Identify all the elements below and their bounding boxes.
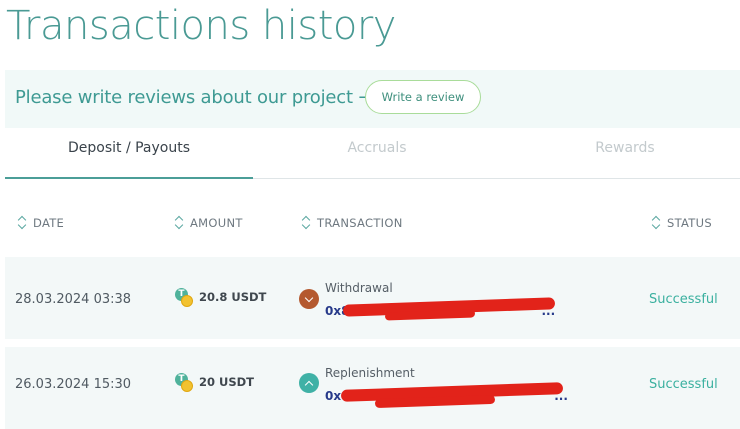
transaction-type: Withdrawal <box>325 281 393 295</box>
row-amount: T 20 USDT <box>175 373 255 392</box>
review-prompt-text: Please write reviews about our project → <box>15 87 374 108</box>
column-header-date[interactable]: DATE <box>18 216 64 230</box>
column-header-transaction[interactable]: TRANSACTION <box>302 216 403 230</box>
sort-icon <box>302 216 311 230</box>
row-amount: T 20.8 USDT <box>175 288 267 307</box>
row-date: 26.03.2024 15:30 <box>15 377 132 392</box>
table-header: DATE AMOUNT TRANSACTION STATUS <box>0 216 740 234</box>
row-amount-value: 20 USDT <box>199 375 255 389</box>
page-title: Transactions history <box>6 3 396 49</box>
column-header-status-label: STATUS <box>667 216 712 230</box>
column-header-status[interactable]: STATUS <box>652 216 712 230</box>
column-header-transaction-label: TRANSACTION <box>317 216 403 230</box>
sort-icon <box>652 216 661 230</box>
usdt-coin-icon: T <box>175 373 193 392</box>
write-review-button[interactable]: Write a review <box>365 80 481 114</box>
transaction-type: Replenishment <box>325 366 415 380</box>
withdrawal-arrow-icon <box>299 289 319 309</box>
column-header-amount-label: AMOUNT <box>190 216 243 230</box>
review-banner: Please write reviews about our project →… <box>5 70 740 128</box>
tabs-bar: Deposit / Payouts Accruals Rewards <box>5 128 740 179</box>
redaction-mark <box>384 309 476 321</box>
column-header-amount[interactable]: AMOUNT <box>175 216 243 230</box>
tab-accruals[interactable]: Accruals <box>253 128 501 177</box>
sort-icon <box>175 216 184 230</box>
status-successful: Successful <box>649 292 718 307</box>
row-amount-value: 20.8 USDT <box>199 290 267 304</box>
replenishment-arrow-icon <box>299 373 319 393</box>
usdt-coin-icon: T <box>175 288 193 307</box>
row-date: 28.03.2024 03:38 <box>15 292 132 307</box>
column-header-date-label: DATE <box>33 216 65 230</box>
status-successful: Successful <box>649 377 718 392</box>
sort-icon <box>18 216 27 230</box>
tab-deposit-payouts[interactable]: Deposit / Payouts <box>5 128 253 179</box>
table-row: 28.03.2024 03:38 T 20.8 USDT Withdrawal … <box>5 257 740 339</box>
table-row: 26.03.2024 15:30 T 20 USDT Replenishment… <box>5 347 740 429</box>
tab-rewards[interactable]: Rewards <box>501 128 740 177</box>
